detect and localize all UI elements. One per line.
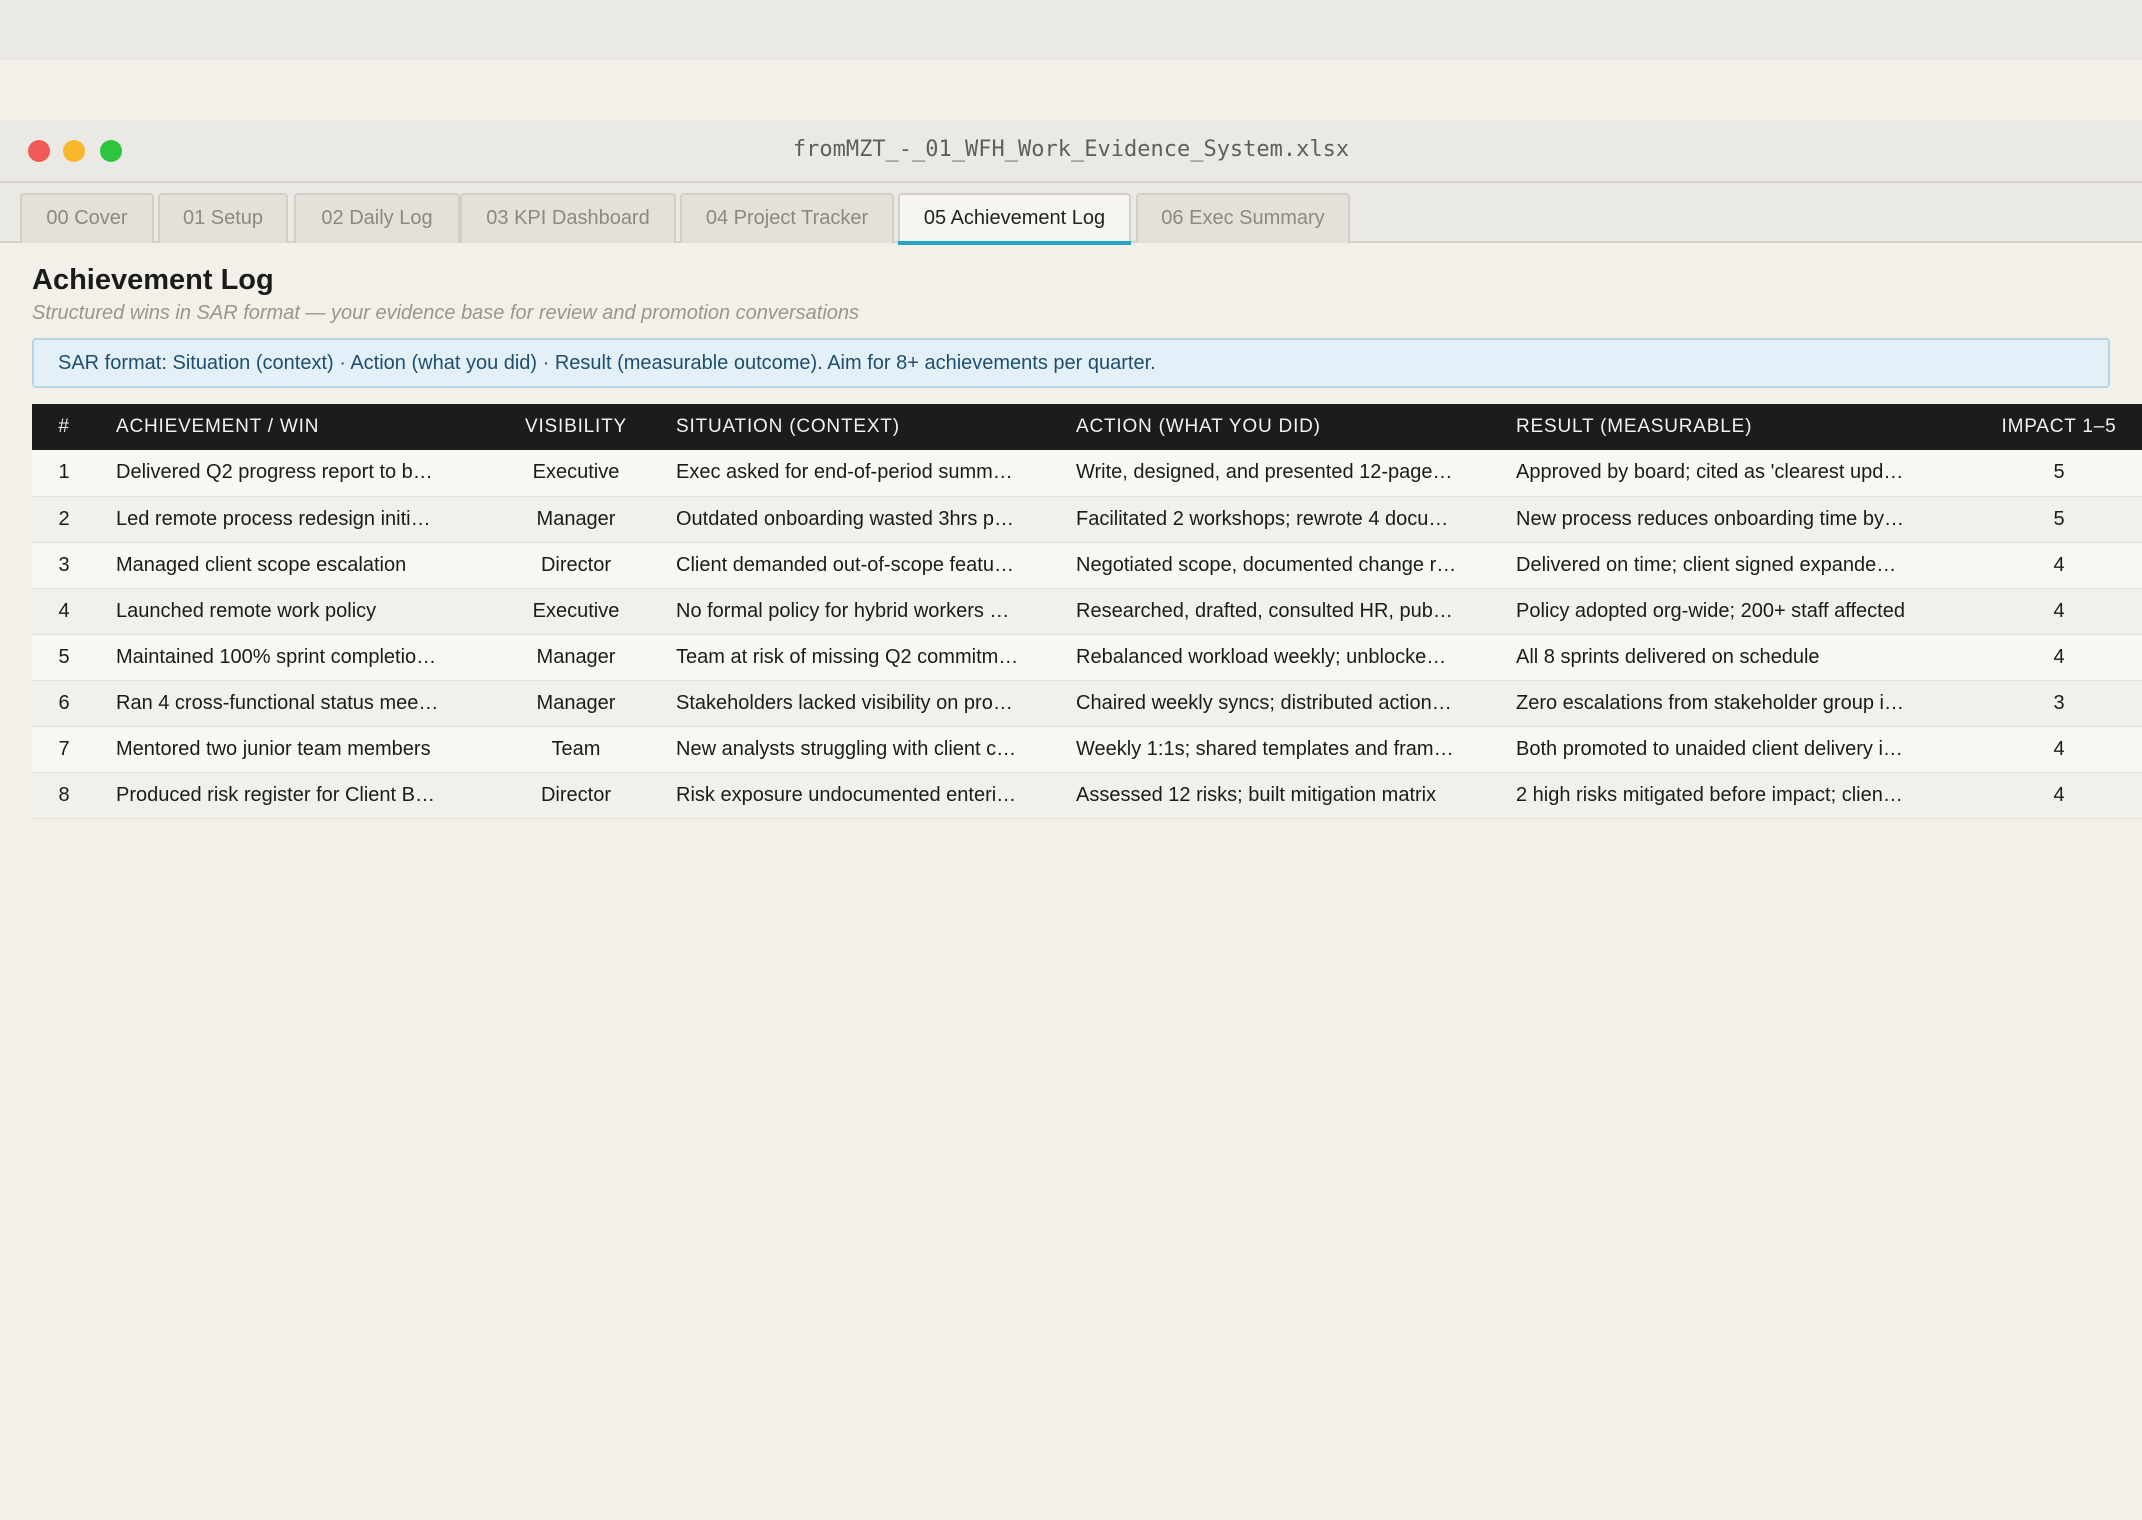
cell-result[interactable]: 2 high risks mitigated before impact; cl… <box>1496 772 1976 818</box>
tab-05-achievement-log[interactable]: 05 Achievement Log <box>898 193 1131 245</box>
cell-number[interactable]: 3 <box>32 542 96 588</box>
cell-number[interactable]: 1 <box>32 450 96 496</box>
cell-result[interactable]: All 8 sprints delivered on schedule <box>1496 634 1976 680</box>
cell-visibility[interactable]: Director <box>496 542 656 588</box>
cell-action[interactable]: Write, designed, and presented 12-page… <box>1056 450 1496 496</box>
col-header-achievement[interactable]: ACHIEVEMENT / WIN <box>96 404 496 450</box>
col-header-result[interactable]: RESULT (MEASURABLE) <box>1496 404 1976 450</box>
cell-result[interactable]: Policy adopted org-wide; 200+ staff affe… <box>1496 588 1976 634</box>
cell-result[interactable]: Approved by board; cited as 'clearest up… <box>1496 450 1976 496</box>
cell-situation[interactable]: Client demanded out-of-scope featu… <box>656 542 1056 588</box>
cell-result[interactable]: Zero escalations from stakeholder group … <box>1496 680 1976 726</box>
tab-03-kpi-dashboard[interactable]: 03 KPI Dashboard <box>460 193 676 243</box>
cell-situation[interactable]: Exec asked for end-of-period summ… <box>656 450 1056 496</box>
cell-visibility[interactable]: Executive <box>496 588 656 634</box>
table-row: 6 Ran 4 cross-functional status mee… Man… <box>32 680 2142 726</box>
cell-achievement[interactable]: Delivered Q2 progress report to b… <box>96 450 496 496</box>
tab-02-daily-log[interactable]: 02 Daily Log <box>294 193 460 243</box>
table-row: 3 Managed client scope escalation Direct… <box>32 542 2142 588</box>
tab-06-exec-summary[interactable]: 06 Exec Summary <box>1136 193 1350 243</box>
cell-impact[interactable]: 4 <box>1976 772 2142 818</box>
table-row: 8 Produced risk register for Client B… D… <box>32 772 2142 818</box>
cell-action[interactable]: Researched, drafted, consulted HR, pub… <box>1056 588 1496 634</box>
cell-situation[interactable]: New analysts struggling with client c… <box>656 726 1056 772</box>
cell-achievement[interactable]: Managed client scope escalation <box>96 542 496 588</box>
cell-achievement[interactable]: Mentored two junior team members <box>96 726 496 772</box>
cell-number[interactable]: 5 <box>32 634 96 680</box>
cell-number[interactable]: 2 <box>32 496 96 542</box>
top-strip <box>0 0 2142 60</box>
table-row: 1 Delivered Q2 progress report to b… Exe… <box>32 450 2142 496</box>
cell-impact[interactable]: 4 <box>1976 726 2142 772</box>
col-header-number[interactable]: # <box>32 404 96 450</box>
cell-number[interactable]: 4 <box>32 588 96 634</box>
cell-situation[interactable]: Risk exposure undocumented enteri… <box>656 772 1056 818</box>
page-subtitle: Structured wins in SAR format — your evi… <box>32 302 860 324</box>
cell-action[interactable]: Assessed 12 risks; built mitigation matr… <box>1056 772 1496 818</box>
cell-situation[interactable]: Stakeholders lacked visibility on pro… <box>656 680 1056 726</box>
col-header-action[interactable]: ACTION (WHAT YOU DID) <box>1056 404 1496 450</box>
cell-impact[interactable]: 3 <box>1976 680 2142 726</box>
sheet-tab-bar: 00 Cover 01 Setup 02 Daily Log 03 KPI Da… <box>0 183 2142 245</box>
table-row: 7 Mentored two junior team members Team … <box>32 726 2142 772</box>
table-row: 4 Launched remote work policy Executive … <box>32 588 2142 634</box>
cell-achievement[interactable]: Produced risk register for Client B… <box>96 772 496 818</box>
cell-impact[interactable]: 4 <box>1976 588 2142 634</box>
cell-situation[interactable]: Team at risk of missing Q2 commitm… <box>656 634 1056 680</box>
cell-action[interactable]: Negotiated scope, documented change r… <box>1056 542 1496 588</box>
table-body: 1 Delivered Q2 progress report to b… Exe… <box>32 450 2142 818</box>
cell-achievement[interactable]: Ran 4 cross-functional status mee… <box>96 680 496 726</box>
table-row: 5 Maintained 100% sprint completio… Mana… <box>32 634 2142 680</box>
cell-achievement[interactable]: Launched remote work policy <box>96 588 496 634</box>
cell-situation[interactable]: Outdated onboarding wasted 3hrs p… <box>656 496 1056 542</box>
cell-impact[interactable]: 4 <box>1976 634 2142 680</box>
cell-visibility[interactable]: Manager <box>496 634 656 680</box>
app-window: fromMZT_-_01_WFH_Work_Evidence_System.xl… <box>0 120 2142 1520</box>
cell-visibility[interactable]: Executive <box>496 450 656 496</box>
cell-action[interactable]: Chaired weekly syncs; distributed action… <box>1056 680 1496 726</box>
title-bar: fromMZT_-_01_WFH_Work_Evidence_System.xl… <box>0 120 2142 183</box>
table-header: # ACHIEVEMENT / WIN VISIBILITY SITUATION… <box>32 404 2142 450</box>
col-header-impact[interactable]: IMPACT 1–5 <box>1976 404 2142 450</box>
cell-number[interactable]: 7 <box>32 726 96 772</box>
cell-visibility[interactable]: Team <box>496 726 656 772</box>
info-banner: SAR format: Situation (context) · Action… <box>32 338 2110 388</box>
cell-action[interactable]: Rebalanced workload weekly; unblocke… <box>1056 634 1496 680</box>
table-row: 2 Led remote process redesign initi… Man… <box>32 496 2142 542</box>
cell-action[interactable]: Weekly 1:1s; shared templates and fram… <box>1056 726 1496 772</box>
page-title: Achievement Log <box>32 264 274 296</box>
cell-impact[interactable]: 5 <box>1976 450 2142 496</box>
cell-visibility[interactable]: Director <box>496 772 656 818</box>
tab-01-setup[interactable]: 01 Setup <box>158 193 288 243</box>
achievement-table: # ACHIEVEMENT / WIN VISIBILITY SITUATION… <box>32 404 2142 819</box>
cell-action[interactable]: Facilitated 2 workshops; rewrote 4 docu… <box>1056 496 1496 542</box>
cell-number[interactable]: 8 <box>32 772 96 818</box>
col-header-visibility[interactable]: VISIBILITY <box>496 404 656 450</box>
cell-impact[interactable]: 4 <box>1976 542 2142 588</box>
cell-number[interactable]: 6 <box>32 680 96 726</box>
cell-achievement[interactable]: Led remote process redesign initi… <box>96 496 496 542</box>
cell-visibility[interactable]: Manager <box>496 496 656 542</box>
table-header-row: # ACHIEVEMENT / WIN VISIBILITY SITUATION… <box>32 404 2142 450</box>
cell-situation[interactable]: No formal policy for hybrid workers … <box>656 588 1056 634</box>
cell-impact[interactable]: 5 <box>1976 496 2142 542</box>
tab-00-cover[interactable]: 00 Cover <box>20 193 154 243</box>
cell-result[interactable]: New process reduces onboarding time by… <box>1496 496 1976 542</box>
window-title: fromMZT_-_01_WFH_Work_Evidence_System.xl… <box>792 137 1350 162</box>
cell-result[interactable]: Delivered on time; client signed expande… <box>1496 542 1976 588</box>
tab-04-project-tracker[interactable]: 04 Project Tracker <box>680 193 894 243</box>
col-header-situation[interactable]: SITUATION (CONTEXT) <box>656 404 1056 450</box>
cell-achievement[interactable]: Maintained 100% sprint completio… <box>96 634 496 680</box>
cell-visibility[interactable]: Manager <box>496 680 656 726</box>
cell-result[interactable]: Both promoted to unaided client delivery… <box>1496 726 1976 772</box>
